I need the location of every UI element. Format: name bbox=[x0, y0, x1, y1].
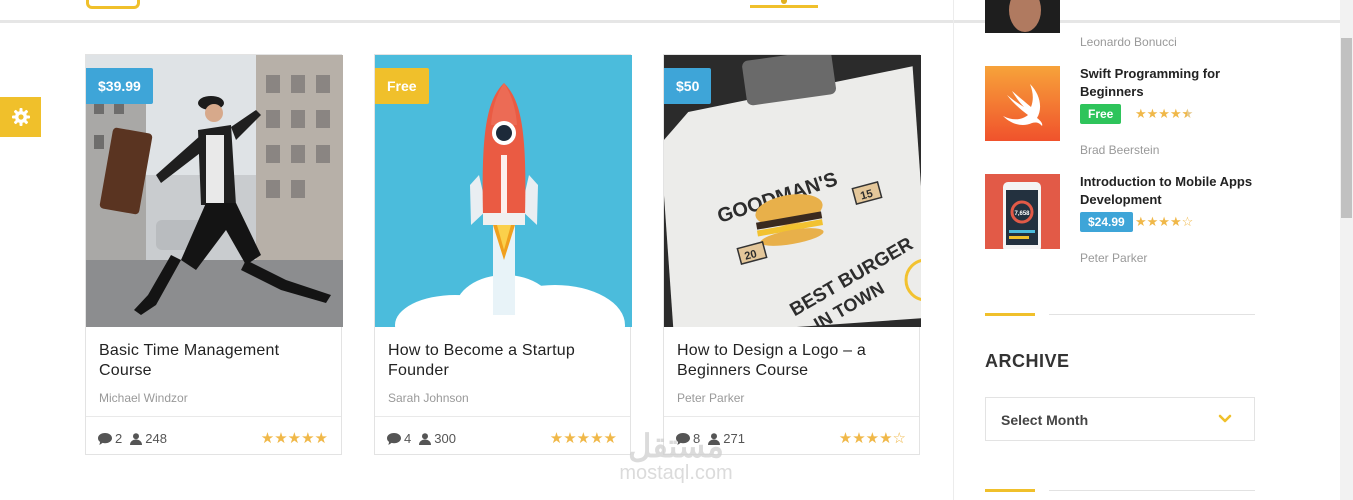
rating-stars: ★★★★★ bbox=[260, 430, 328, 447]
archive-heading: ARCHIVE bbox=[985, 351, 1070, 371]
card-divider bbox=[86, 416, 341, 417]
course-image[interactable]: GOODMAN'S 20 15 BEST BURGER IN TOWN $50 bbox=[664, 55, 921, 327]
sidebar-divider bbox=[953, 0, 954, 500]
price-badge: Free bbox=[375, 68, 429, 104]
comment-count: 4 bbox=[404, 431, 412, 446]
sidebar-course-author[interactable]: Leonardo Bonucci bbox=[1080, 35, 1177, 49]
chevron-down-icon bbox=[1218, 414, 1232, 423]
active-nav-pointer bbox=[781, 0, 787, 4]
course-image[interactable]: Free bbox=[375, 55, 632, 327]
sidebar-course-title[interactable]: Swift Programming for Beginners bbox=[1080, 65, 1260, 101]
watermark: مستقل mostaql.com bbox=[610, 430, 742, 484]
watermark-latin: mostaql.com bbox=[619, 462, 733, 484]
gear-icon bbox=[11, 108, 30, 126]
card-divider bbox=[664, 416, 919, 417]
sidebar-course-item[interactable]: 7,658 Introduction to Mobile Apps Develo… bbox=[985, 174, 1285, 250]
course-image[interactable]: $39.99 bbox=[86, 55, 343, 327]
site-logo[interactable] bbox=[86, 0, 140, 9]
archive-month-select[interactable]: Select Month bbox=[985, 397, 1255, 441]
price-badge: $39.99 bbox=[86, 68, 153, 104]
active-nav-indicator bbox=[750, 5, 818, 8]
swift-logo-icon bbox=[985, 66, 1060, 141]
rating-stars: ★★★★☆ bbox=[838, 430, 906, 447]
section-separator bbox=[985, 313, 1255, 316]
student-count: 248 bbox=[145, 431, 167, 446]
course-card[interactable]: Free How to Become a Startup Founder Sar… bbox=[374, 54, 632, 455]
course-author[interactable]: Peter Parker bbox=[677, 391, 744, 405]
course-title[interactable]: Basic Time Management Course bbox=[99, 341, 324, 381]
watermark-arabic: مستقل bbox=[628, 428, 724, 464]
course-title[interactable]: How to Become a Startup Founder bbox=[388, 341, 613, 381]
comment-count: 2 bbox=[115, 431, 123, 446]
archive-select-value: Select Month bbox=[1001, 412, 1089, 428]
sidebar-course-thumbnail[interactable]: 7,658 bbox=[985, 174, 1060, 249]
sidebar-course-item[interactable]: Swift Programming for Beginners Free ★★★… bbox=[985, 66, 1285, 142]
course-author[interactable]: Michael Windzor bbox=[99, 391, 188, 405]
comment-icon bbox=[98, 432, 112, 445]
sidebar-course-thumbnail[interactable] bbox=[985, 0, 1060, 33]
scrollbar-thumb[interactable] bbox=[1341, 38, 1352, 218]
sidebar-price-badge: $24.99 bbox=[1080, 212, 1133, 232]
student-count: 300 bbox=[434, 431, 456, 446]
card-divider bbox=[375, 416, 630, 417]
course-author[interactable]: Sarah Johnson bbox=[388, 391, 469, 405]
rating-stars: ★★★★★ bbox=[549, 430, 617, 447]
user-icon bbox=[419, 432, 432, 445]
rating-stars: ★★★★★★ bbox=[1135, 106, 1194, 121]
sidebar-course-author[interactable]: Peter Parker bbox=[1080, 251, 1147, 265]
sidebar-course-thumbnail[interactable] bbox=[985, 66, 1060, 141]
section-separator bbox=[985, 489, 1255, 492]
course-title[interactable]: How to Design a Logo – a Beginners Cours… bbox=[677, 341, 902, 381]
course-card[interactable]: GOODMAN'S 20 15 BEST BURGER IN TOWN $50 … bbox=[663, 54, 921, 455]
user-icon bbox=[130, 432, 143, 445]
comment-icon bbox=[387, 432, 401, 445]
sidebar-course-author[interactable]: Brad Beerstein bbox=[1080, 143, 1159, 157]
course-meta: 4 300 bbox=[387, 431, 464, 446]
phone-screen-number: 7,658 bbox=[1014, 211, 1030, 217]
sidebar-price-badge: Free bbox=[1080, 104, 1122, 124]
course-meta: 2 248 bbox=[98, 431, 175, 446]
sidebar-course-title[interactable]: Introduction to Mobile Apps Development bbox=[1080, 173, 1260, 209]
course-card[interactable]: $39.99 Basic Time Management Course Mich… bbox=[85, 54, 343, 455]
settings-toggle-button[interactable] bbox=[0, 97, 41, 137]
top-navigation-bar bbox=[0, 0, 1340, 23]
price-badge: $50 bbox=[664, 68, 712, 104]
rating-stars: ★★★★☆ bbox=[1135, 214, 1194, 229]
